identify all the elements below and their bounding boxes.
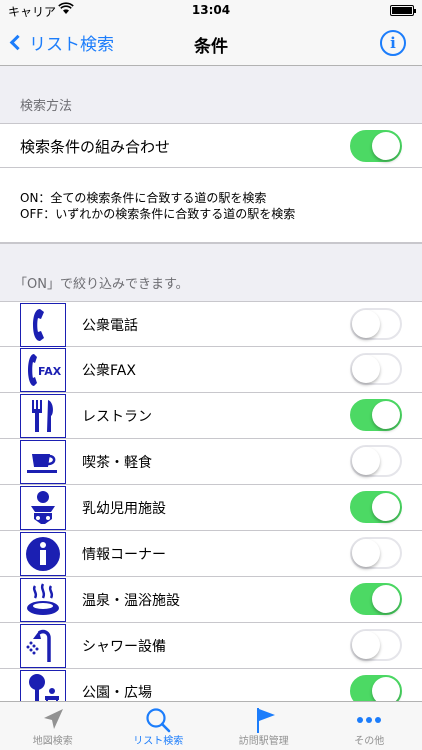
facility-toggle[interactable] [350,537,402,569]
more-icon [354,706,384,734]
facility-label: 情報コーナー [82,547,166,563]
info-button[interactable]: i [380,30,406,56]
tab-map-search[interactable]: 地図検索 [0,702,106,750]
facility-toggle[interactable] [350,445,402,477]
page-title: 条件 [194,37,228,57]
toggle-knob [372,677,400,701]
combine-conditions-cell: 検索条件の組み合わせ [0,123,422,168]
facility-row: レストラン [0,393,422,439]
combine-conditions-label: 検索条件の組み合わせ [20,138,171,156]
search-icon [143,706,173,734]
facility-label: 公衆FAX [82,363,136,379]
facility-toggle[interactable] [350,308,402,340]
toggle-knob [372,132,400,160]
tab-bar: 地図検索 リスト検索 訪問駅管理 その他 [0,701,422,750]
svg-text:FAX: FAX [38,365,62,378]
hot-spring-icon [20,578,66,622]
facility-label: シャワー設備 [82,639,166,655]
facility-label: 喫茶・軽食 [82,455,152,471]
facility-row: 情報コーナー [0,531,422,577]
tab-list-search[interactable]: リスト検索 [106,702,212,750]
facility-row: 公衆電話 [0,301,422,347]
tab-label: リスト検索 [133,736,184,747]
facility-label: 温泉・温浴施設 [82,593,180,609]
toggle-knob [352,310,380,338]
flag-icon [249,706,279,734]
facility-toggle[interactable] [350,491,402,523]
facility-row: 公園・広場 [0,669,422,701]
tab-other[interactable]: その他 [317,702,422,750]
toggle-knob [352,447,380,475]
facility-label: 公衆電話 [82,318,138,334]
facility-toggle[interactable] [350,675,402,701]
facility-toggle[interactable] [350,399,402,431]
toggle-knob [372,493,400,521]
description-on: ON：全ての検索条件に合致する道の駅を検索 [20,191,267,205]
navigation-bar: リスト検索 条件 i [0,20,422,66]
facility-label: レストラン [82,409,152,425]
filter-header-label: 「ON」で絞り込みできます。 [14,277,189,292]
facility-toggle[interactable] [350,629,402,661]
shower-icon [20,624,66,668]
facility-label: 乳幼児用施設 [82,501,166,517]
phone-icon [20,303,66,347]
section-header-search-method: 検索方法 [0,66,422,123]
cafe-icon [20,440,66,484]
info-icon [20,532,66,576]
tab-label: 訪問駅管理 [238,736,289,747]
facility-list: 公衆電話 FAX 公衆FAX レストラン喫茶・軽食乳幼児用施設 情報コーナー 温泉・温浴施… [0,301,422,701]
facility-toggle[interactable] [350,353,402,385]
facility-row: 乳幼児用施設 [0,485,422,531]
section-header-label: 検索方法 [20,99,73,114]
tab-visit-management[interactable]: 訪問駅管理 [211,702,317,750]
facility-toggle[interactable] [350,583,402,615]
tab-label: 地図検索 [32,736,73,747]
section-header-filter: 「ON」で絞り込みできます。 [0,243,422,301]
map-arrow-icon [38,706,68,734]
toggle-knob [372,401,400,429]
facility-row: シャワー設備 [0,623,422,669]
status-bar: キャリア 13:04 [0,0,422,20]
settings-list[interactable]: 検索方法 検索条件の組み合わせ ON：全ての検索条件に合致する道の駅を検索 OF… [0,66,422,701]
baby-icon [20,486,66,530]
toggle-knob [352,539,380,567]
search-method-description: ON：全ての検索条件に合致する道の駅を検索 OFF：いずれかの検索条件に合致する… [0,168,422,243]
toggle-knob [372,585,400,613]
facility-row: FAX 公衆FAX [0,347,422,393]
battery-icon [390,5,416,16]
toggle-knob [352,355,380,383]
tab-label: その他 [354,736,385,747]
combine-conditions-toggle[interactable] [350,130,402,162]
facility-label: 公園・広場 [82,685,152,701]
clock: 13:04 [191,3,231,17]
facility-row: 喫茶・軽食 [0,439,422,485]
description-off: OFF：いずれかの検索条件に合致する道の駅を検索 [20,207,296,221]
fax-icon: FAX [20,348,66,392]
restaurant-icon [20,394,66,438]
toggle-knob [352,631,380,659]
facility-row: 温泉・温浴施設 [0,577,422,623]
park-icon [20,670,66,701]
